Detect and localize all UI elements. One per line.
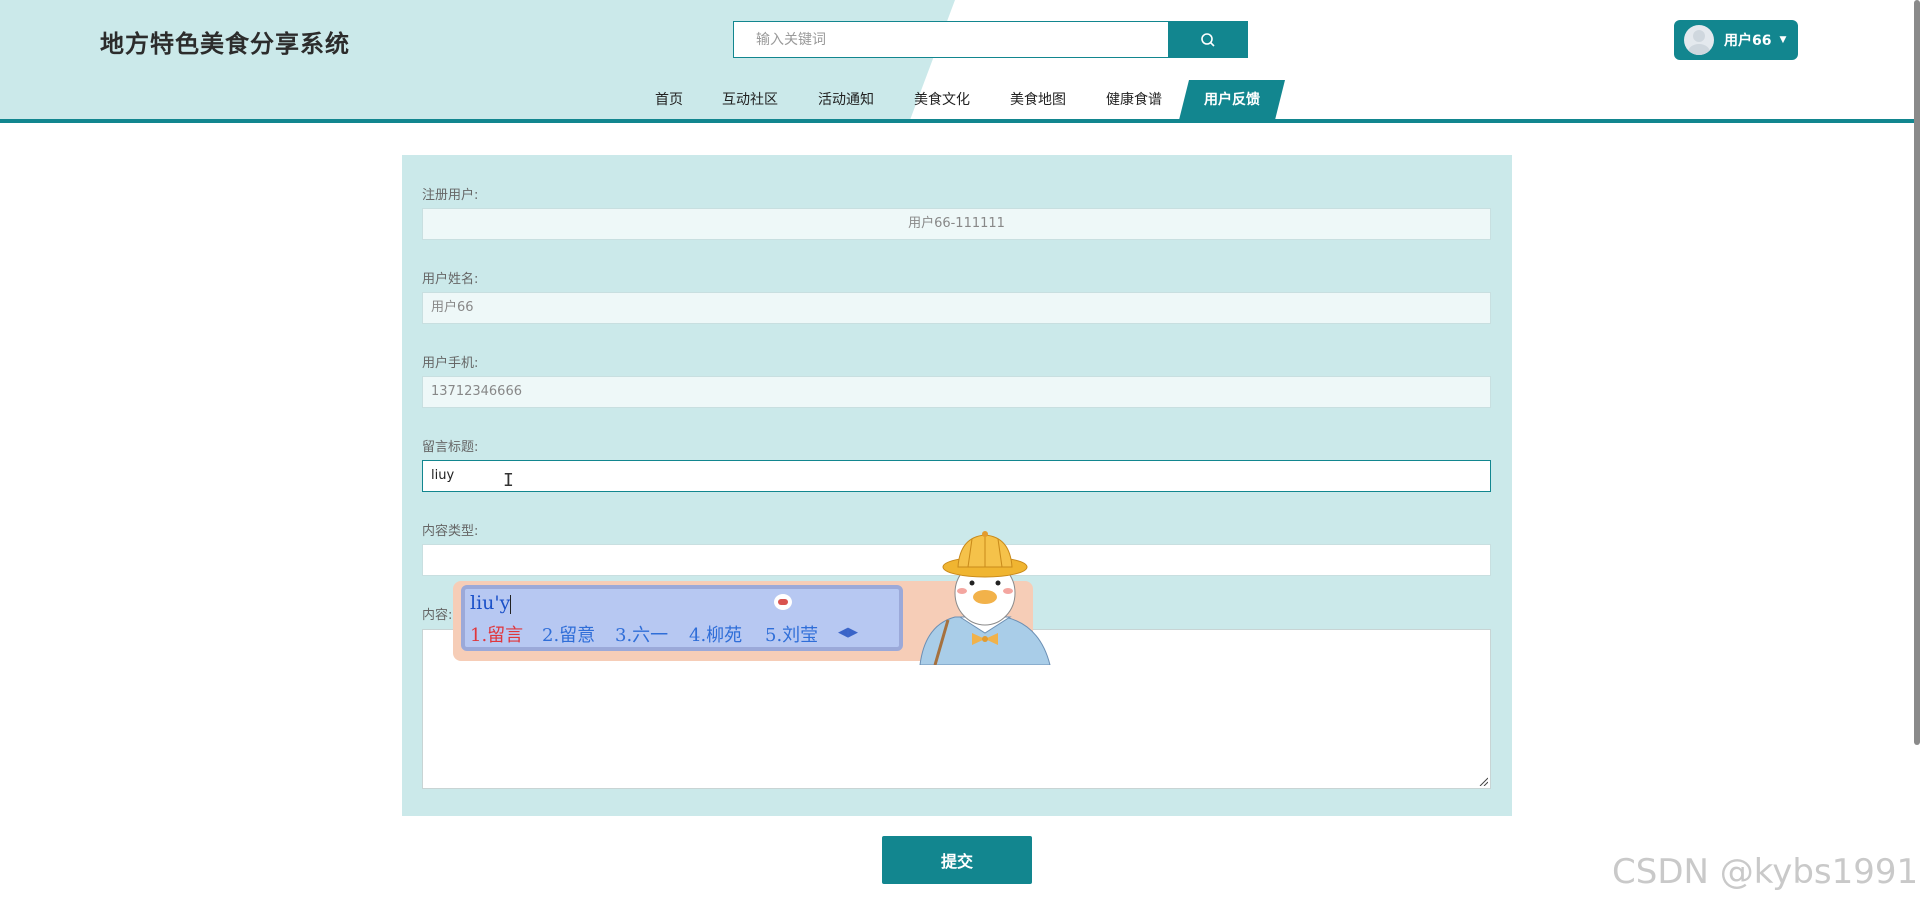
nav-item-notices[interactable]: 活动通知: [816, 80, 876, 120]
user-name-label: 用户姓名:: [422, 272, 479, 287]
duck-mascot-illustration: [919, 531, 1051, 665]
message-title-label: 留言标题:: [422, 440, 479, 455]
caret-down-icon: ▼: [1779, 35, 1787, 45]
message-title-field[interactable]: liuy: [422, 460, 1491, 492]
ime-caret: [510, 594, 512, 614]
ime-candidate-3[interactable]: 3.六一: [615, 621, 668, 647]
content-type-label: 内容类型:: [422, 524, 479, 539]
user-name-field[interactable]: 用户66: [422, 292, 1491, 324]
user-phone-label: 用户手机:: [422, 356, 479, 371]
content-label: 内容:: [422, 608, 453, 623]
registered-user-label: 注册用户:: [422, 188, 479, 203]
ime-candidate-box: [461, 585, 903, 651]
user-phone-field[interactable]: 13712346666: [422, 376, 1491, 408]
page-scrollbar[interactable]: [1914, 0, 1920, 745]
resize-grip-icon[interactable]: [1478, 776, 1488, 786]
search-box: [733, 21, 1169, 58]
search-icon: [1201, 32, 1215, 47]
nav-item-feedback[interactable]: 用户反馈: [1200, 80, 1264, 120]
nav-item-food-map[interactable]: 美食地图: [1008, 80, 1068, 120]
text-cursor-icon: I: [503, 470, 514, 491]
avatar: [1684, 25, 1714, 55]
nav-item-healthy-recipes[interactable]: 健康食谱: [1104, 80, 1164, 120]
ime-candidate-1[interactable]: 1.留言: [470, 621, 523, 647]
ime-candidate-5[interactable]: 5.刘莹: [765, 621, 818, 647]
ime-page-arrows-icon[interactable]: ◀▶: [838, 625, 858, 640]
nav-item-community[interactable]: 互动社区: [720, 80, 780, 120]
nav-item-food-culture[interactable]: 美食文化: [912, 80, 972, 120]
ime-composition-text: liu'y: [470, 592, 511, 614]
user-name: 用户66: [1724, 33, 1772, 49]
watermark: CSDN @kybs1991: [1612, 852, 1919, 892]
nav-item-home[interactable]: 首页: [654, 80, 684, 120]
registered-user-field[interactable]: 用户66-111111: [422, 208, 1491, 240]
user-menu-button[interactable]: 用户66 ▼: [1674, 20, 1798, 60]
ime-composition: liu'y: [470, 592, 512, 614]
ime-emoji-icon[interactable]: [774, 594, 792, 610]
submit-button[interactable]: 提交: [882, 836, 1032, 884]
ime-candidate-4[interactable]: 4.柳苑: [689, 621, 742, 647]
search-input[interactable]: [734, 22, 1168, 57]
search-button[interactable]: [1168, 21, 1248, 58]
site-title: 地方特色美食分享系统: [100, 30, 350, 58]
ime-candidate-2[interactable]: 2.留意: [542, 621, 595, 647]
